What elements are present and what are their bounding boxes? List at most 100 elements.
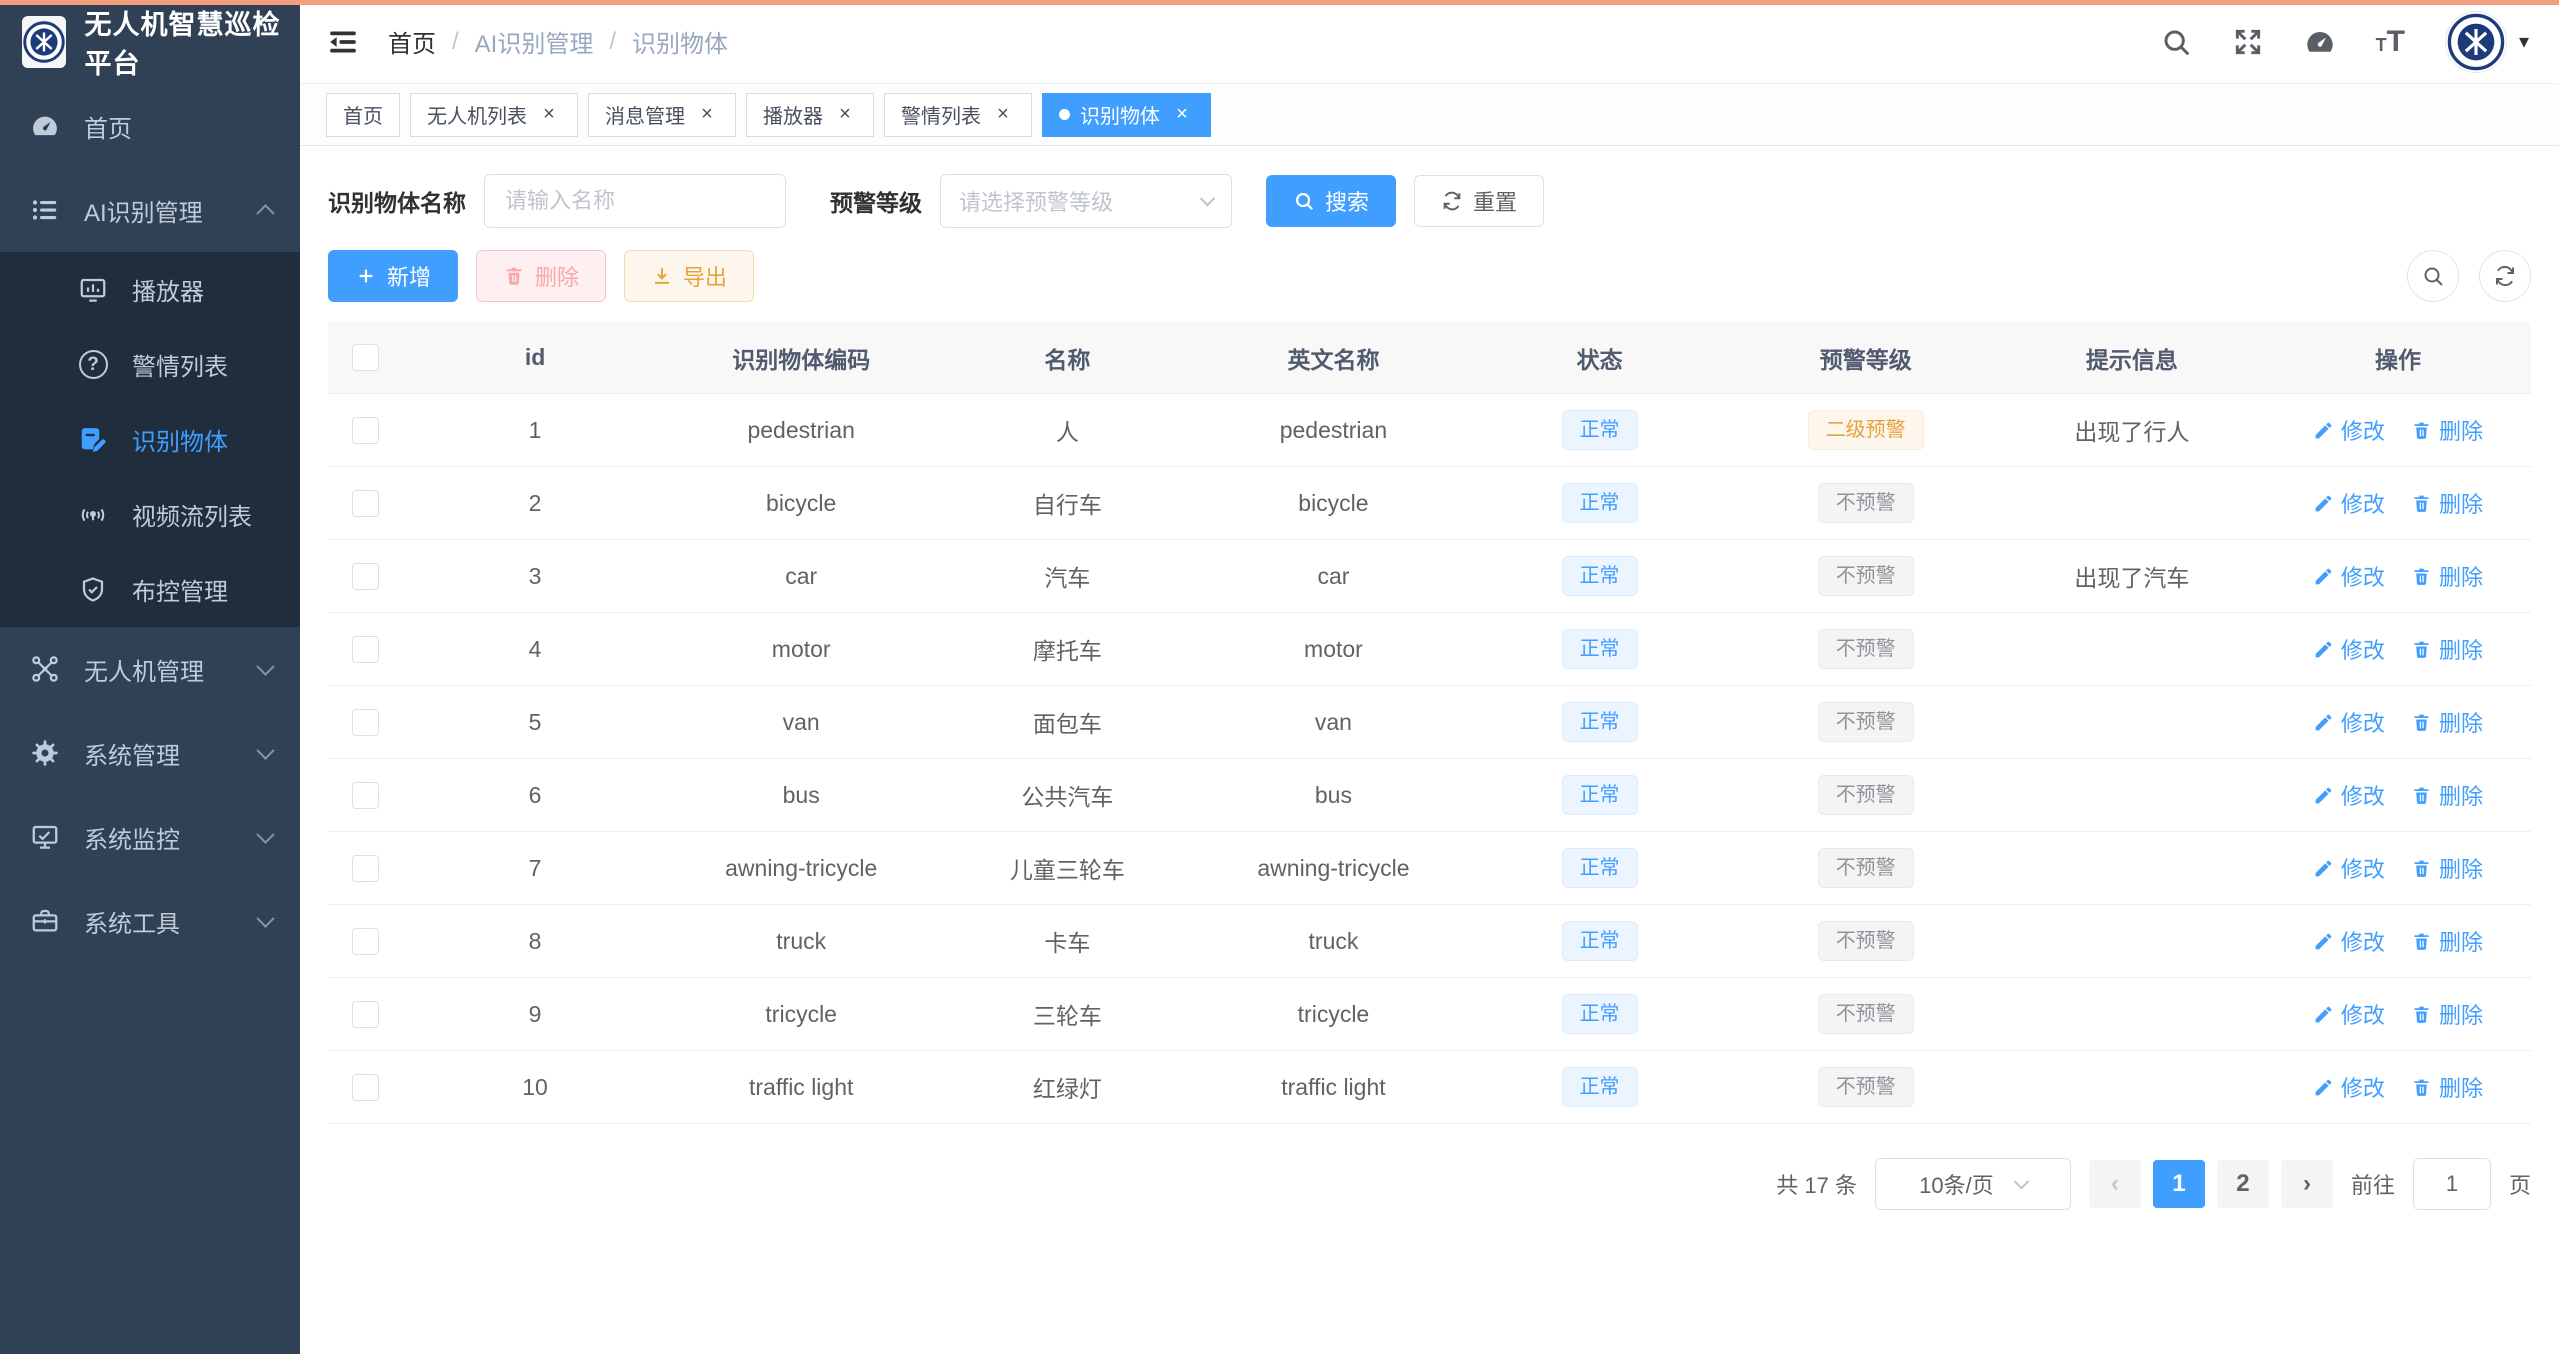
status-badge: 正常 xyxy=(1561,775,1638,815)
row-checkbox[interactable] xyxy=(351,927,379,955)
table-toolbar: 新增 删除 导出 xyxy=(328,250,2531,302)
edit-link[interactable]: 修改 xyxy=(2313,852,2385,884)
close-icon[interactable]: × xyxy=(1170,103,1194,127)
refresh-table-button[interactable] xyxy=(2479,250,2531,302)
chevron-up-icon xyxy=(256,203,275,223)
delete-link[interactable]: 删除 xyxy=(2411,633,2483,665)
tab-drone-list[interactable]: 无人机列表 × xyxy=(410,92,578,137)
delete-link[interactable]: 删除 xyxy=(2411,998,2483,1030)
delete-link[interactable]: 删除 xyxy=(2411,852,2483,884)
sidebar-item-system-tools[interactable]: 系统工具 xyxy=(0,879,300,963)
level-filter-select[interactable]: 请选择预警等级 xyxy=(940,174,1232,228)
delete-link[interactable]: 删除 xyxy=(2411,414,2483,446)
reset-button-label: 重置 xyxy=(1473,190,1518,215)
page-button-2[interactable]: 2 xyxy=(2216,1160,2269,1208)
row-checkbox[interactable] xyxy=(351,708,379,736)
tab-recognition-objects[interactable]: 识别物体 × xyxy=(1042,92,1211,137)
tab-message-management[interactable]: 消息管理 × xyxy=(588,92,736,137)
name-filter-input[interactable] xyxy=(484,174,786,228)
reset-button[interactable]: 重置 xyxy=(1414,175,1545,227)
row-checkbox[interactable] xyxy=(351,781,379,809)
tab-player[interactable]: 播放器 × xyxy=(746,92,874,137)
delete-link[interactable]: 删除 xyxy=(2411,925,2483,957)
row-checkbox[interactable] xyxy=(351,489,379,517)
row-checkbox[interactable] xyxy=(351,562,379,590)
next-page-button[interactable]: › xyxy=(2280,1160,2333,1208)
delete-link-label: 删除 xyxy=(2438,419,2483,444)
sidebar-item-system-monitor[interactable]: 系统监控 xyxy=(0,795,300,879)
user-menu[interactable]: ▾ xyxy=(2444,10,2529,73)
doc-edit-icon xyxy=(76,425,110,455)
delete-link[interactable]: 删除 xyxy=(2411,779,2483,811)
breadcrumb: 首页 / AI识别管理 / 识别物体 xyxy=(388,24,728,59)
sidebar-collapse-button[interactable] xyxy=(326,25,360,59)
show-search-toggle-button[interactable] xyxy=(2407,250,2459,302)
gauge-icon[interactable] xyxy=(2304,26,2336,58)
export-button[interactable]: 导出 xyxy=(624,250,755,302)
row-checkbox[interactable] xyxy=(351,416,379,444)
sidebar-item-player[interactable]: 播放器 xyxy=(0,252,300,327)
trash-icon xyxy=(2414,860,2429,877)
sidebar-item-recognition-objects[interactable]: 识别物体 xyxy=(0,402,300,477)
edit-link[interactable]: 修改 xyxy=(2313,633,2385,665)
close-icon[interactable]: × xyxy=(695,103,719,127)
edit-link[interactable]: 修改 xyxy=(2313,414,2385,446)
prev-page-button[interactable]: ‹ xyxy=(2088,1160,2141,1208)
page-size-select[interactable]: 10条/页 xyxy=(1874,1158,2071,1210)
breadcrumb-separator: / xyxy=(452,27,459,55)
gear-icon xyxy=(28,738,62,768)
breadcrumb-home[interactable]: 首页 xyxy=(388,24,436,59)
cell-name: 人 xyxy=(1055,419,1079,445)
loading-progress-bar xyxy=(0,0,2559,5)
delete-link[interactable]: 删除 xyxy=(2411,1071,2483,1103)
sidebar-item-label: 系统工具 xyxy=(84,910,180,938)
level-badge: 不预警 xyxy=(1817,702,1914,742)
edit-pencil-icon xyxy=(2315,860,2332,876)
sidebar-item-drone-management[interactable]: 无人机管理 xyxy=(0,627,300,711)
fullscreen-icon[interactable] xyxy=(2232,26,2264,58)
add-button[interactable]: 新增 xyxy=(328,250,459,302)
row-checkbox[interactable] xyxy=(351,854,379,882)
chevron-down-icon xyxy=(256,824,275,844)
row-checkbox[interactable] xyxy=(351,1000,379,1028)
edit-link[interactable]: 修改 xyxy=(2313,779,2385,811)
row-checkbox[interactable] xyxy=(351,635,379,663)
active-tab-dot xyxy=(1059,109,1070,120)
close-icon[interactable]: × xyxy=(991,103,1015,127)
edit-link[interactable]: 修改 xyxy=(2313,706,2385,738)
breadcrumb-ai-management[interactable]: AI识别管理 xyxy=(475,24,594,59)
edit-link[interactable]: 修改 xyxy=(2313,925,2385,957)
tab-alarm-list[interactable]: 警情列表 × xyxy=(884,92,1032,137)
edit-link[interactable]: 修改 xyxy=(2313,487,2385,519)
select-all-checkbox[interactable] xyxy=(351,344,379,371)
sidebar-item-home[interactable]: 首页 xyxy=(0,84,300,168)
delete-link[interactable]: 删除 xyxy=(2411,487,2483,519)
sidebar-item-system-management[interactable]: 系统管理 xyxy=(0,711,300,795)
avatar[interactable] xyxy=(2444,10,2507,73)
sidebar-item-video-streams[interactable]: 视频流列表 xyxy=(0,477,300,552)
delete-link[interactable]: 删除 xyxy=(2411,706,2483,738)
goto-page-input[interactable] xyxy=(2412,1158,2491,1210)
sidebar-item-ai-management[interactable]: AI识别管理 xyxy=(0,168,300,252)
edit-link[interactable]: 修改 xyxy=(2313,560,2385,592)
cell-name: 儿童三轮车 xyxy=(1009,857,1125,883)
page-size-value: 10条/页 xyxy=(1919,1173,1994,1198)
page-button-1[interactable]: 1 xyxy=(2152,1160,2205,1208)
close-icon[interactable]: × xyxy=(537,103,561,127)
edit-link[interactable]: 修改 xyxy=(2313,998,2385,1030)
top-navbar: 首页 / AI识别管理 / 识别物体 TT ▾ xyxy=(300,0,2559,84)
search-icon[interactable] xyxy=(2160,26,2192,58)
row-checkbox[interactable] xyxy=(351,1073,379,1101)
sidebar-item-surveillance[interactable]: 布控管理 xyxy=(0,552,300,627)
edit-link[interactable]: 修改 xyxy=(2313,1071,2385,1103)
delete-link[interactable]: 删除 xyxy=(2411,560,2483,592)
sidebar-item-alarm-list[interactable]: ? 警情列表 xyxy=(0,327,300,402)
tab-home[interactable]: 首页 xyxy=(326,92,400,137)
delete-button[interactable]: 删除 xyxy=(476,250,607,302)
font-size-icon[interactable]: TT xyxy=(2376,25,2405,59)
table-row: 9 tricycle 三轮车 tricycle 正常 不预警 修改 删除 xyxy=(328,978,2531,1051)
search-button[interactable]: 搜索 xyxy=(1266,175,1397,227)
trash-icon xyxy=(2414,1006,2429,1023)
question-icon: ? xyxy=(76,350,110,379)
close-icon[interactable]: × xyxy=(833,103,857,127)
